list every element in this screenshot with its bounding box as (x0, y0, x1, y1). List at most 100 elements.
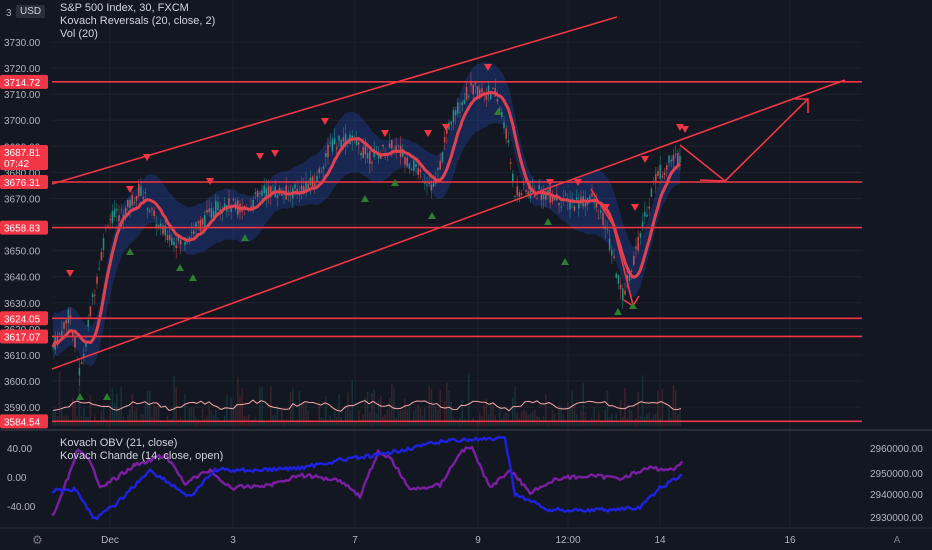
volume-bar (402, 410, 404, 426)
volume-bar (292, 388, 294, 426)
osc-left-tick-label: 40.00 (7, 444, 32, 455)
candle-body (677, 153, 679, 165)
price-tick-label: 3590.00 (4, 403, 41, 414)
candle-body (633, 255, 635, 265)
candle-body (432, 183, 435, 187)
volume-bar (118, 407, 120, 426)
oscillator-legend[interactable]: Kovach OBV (21, close) Kovach Chande (14… (60, 437, 223, 463)
volume-bar (155, 406, 158, 426)
candle-body (230, 208, 232, 212)
obv-label[interactable]: Kovach OBV (21, close) (60, 437, 223, 450)
candle-body (459, 111, 461, 113)
volume-bar (424, 407, 426, 426)
candle-body (617, 275, 620, 284)
volume-bar (494, 414, 496, 426)
candle-body (551, 196, 554, 202)
candle-body (674, 153, 677, 155)
candle-body (197, 221, 199, 224)
currency-button[interactable]: USD (16, 5, 46, 18)
symbol-legend[interactable]: S&P 500 Index, 30, FXCM Kovach Reversals… (60, 2, 215, 41)
volume-bar (496, 421, 499, 426)
candle-body (329, 142, 331, 144)
candle-body (89, 306, 92, 317)
candle-body (217, 202, 219, 210)
candle-body (78, 367, 81, 376)
volume-bar (113, 402, 116, 426)
candle-body (96, 276, 98, 284)
candle-body (419, 169, 422, 172)
candle-body (496, 99, 499, 102)
price-tick-label: 3670.00 (4, 194, 41, 205)
candle-body (525, 190, 527, 192)
candle-body (509, 162, 512, 164)
price-tag-label: 3658.83 (4, 224, 41, 235)
volume-bar (186, 419, 188, 426)
volume-bar (523, 409, 525, 426)
candle-body (613, 256, 615, 259)
volume-bar (430, 389, 433, 426)
candle-body (657, 171, 659, 176)
volume-bar (415, 408, 417, 426)
volume-bar (375, 413, 378, 426)
chande-label[interactable]: Kovach Chande (14, close, open) (60, 450, 223, 463)
candle-body (91, 293, 94, 298)
indicator-reversals-label[interactable]: Kovach Reversals (20, close, 2) (60, 15, 215, 28)
volume-bar (344, 405, 347, 426)
candle-body (661, 175, 664, 177)
symbol-title[interactable]: S&P 500 Index, 30, FXCM (60, 2, 215, 15)
volume-bar (204, 418, 206, 426)
candle-body (663, 173, 666, 175)
volume-bar (135, 408, 138, 426)
volume-bar (666, 421, 668, 426)
volume-bar (397, 410, 400, 426)
candle-body (206, 209, 208, 213)
candle-body (468, 95, 470, 97)
volume-bar (567, 402, 569, 426)
volume-bar (652, 414, 655, 426)
candle-body (140, 186, 142, 196)
volume-bar (102, 404, 105, 426)
candle-body (457, 102, 459, 114)
volume-bar (505, 412, 507, 426)
volume-bar (52, 409, 54, 426)
volume-bar (679, 410, 681, 426)
candle-body (406, 157, 408, 166)
candle-body (624, 290, 626, 295)
volume-bar (650, 418, 653, 426)
volume-bar (553, 413, 556, 426)
volume-bar (256, 421, 259, 426)
candle-body (639, 233, 642, 238)
candle-body (320, 171, 323, 173)
volume-bar (406, 409, 408, 426)
volume-bar (408, 406, 411, 426)
volume-bar (197, 419, 199, 426)
volume-bar (604, 409, 606, 426)
volume-bar (501, 418, 503, 426)
candle-body (175, 245, 177, 249)
time-tick-label: 7 (352, 535, 358, 546)
candle-body (454, 110, 457, 116)
volume-bar (426, 421, 428, 426)
candle-body (256, 190, 259, 197)
volume-bar (432, 404, 435, 426)
auto-scale-button[interactable]: A (894, 535, 901, 546)
candle-body (171, 237, 173, 246)
candle-body (595, 202, 598, 208)
volume-bar (476, 421, 479, 426)
volume-bar (641, 375, 644, 426)
candle-body (109, 219, 111, 221)
candle-body (369, 151, 371, 164)
candle-body (146, 208, 149, 211)
candle-body (512, 173, 514, 182)
axis-settings-icon[interactable]: ⚙ (32, 533, 43, 547)
price-tick-label: 3730.00 (4, 38, 41, 49)
chart-canvas[interactable]: 3730.003720.003710.003700.003690.003680.… (0, 0, 932, 550)
volume-bar (74, 401, 76, 426)
candle-body (452, 109, 455, 123)
candle-body (160, 223, 162, 227)
indicator-volume-label[interactable]: Vol (20) (60, 28, 215, 41)
price-tick-label: 3650.00 (4, 247, 41, 258)
candle-body (474, 82, 477, 85)
volume-bar (105, 418, 107, 426)
time-tick-label: 12:00 (555, 535, 580, 546)
